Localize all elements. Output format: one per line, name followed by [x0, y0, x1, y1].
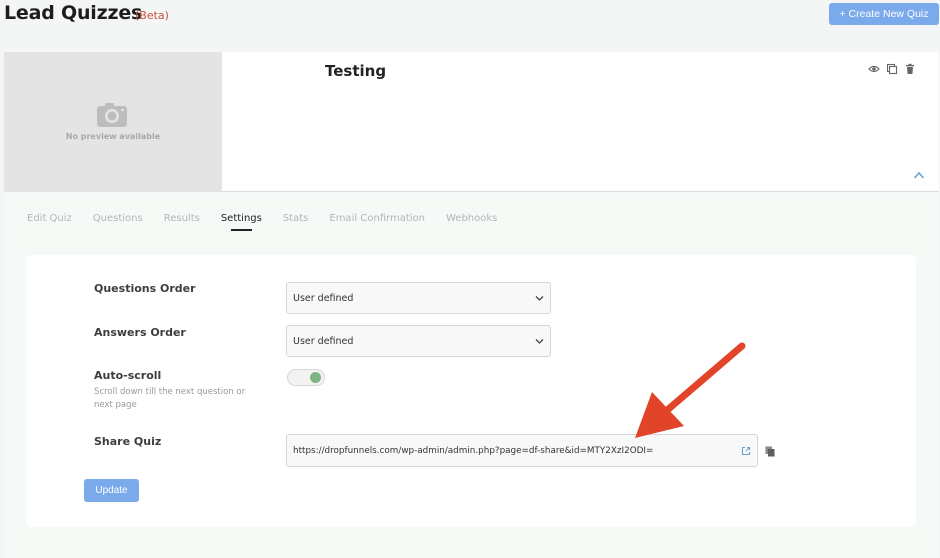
annotation-arrow — [635, 342, 746, 438]
trash-icon[interactable] — [904, 63, 916, 75]
page-header: Lead Quizzes (Beta) + Create New Quiz — [0, 0, 940, 40]
chevron-down-icon — [535, 296, 544, 301]
quiz-tabs-area: Edit Quiz Questions Results Settings Sta… — [4, 193, 939, 558]
update-button[interactable]: Update — [84, 479, 139, 502]
quiz-tabs: Edit Quiz Questions Results Settings Sta… — [27, 213, 518, 231]
share-url-text: https://dropfunnels.com/wp-admin/admin.p… — [293, 445, 654, 456]
tab-stats[interactable]: Stats — [283, 213, 309, 231]
chevron-down-icon — [535, 339, 544, 344]
share-external-icon[interactable] — [741, 446, 751, 456]
tab-questions[interactable]: Questions — [93, 213, 143, 231]
answers-order-label: Answers Order — [94, 326, 186, 339]
auto-scroll-label: Auto-scroll — [94, 369, 162, 382]
tab-results[interactable]: Results — [164, 213, 200, 231]
answers-order-select[interactable]: User defined — [286, 325, 551, 357]
quiz-title: Testing — [325, 62, 387, 80]
tab-email-confirmation[interactable]: Email Confirmation — [329, 213, 425, 231]
chevron-up-icon[interactable] — [913, 170, 925, 180]
card-actions — [868, 63, 916, 75]
share-quiz-label: Share Quiz — [94, 435, 162, 448]
create-new-quiz-button[interactable]: + Create New Quiz — [829, 3, 939, 25]
no-preview-text: No preview available — [65, 132, 161, 141]
auto-scroll-help: Scroll down till the next question or ne… — [94, 387, 246, 410]
beta-badge: (Beta) — [135, 9, 169, 22]
tab-webhooks[interactable]: Webhooks — [446, 213, 497, 231]
eye-icon[interactable] — [868, 63, 880, 75]
clipboard-icon[interactable] — [765, 446, 775, 457]
camera-icon — [97, 103, 127, 127]
auto-scroll-toggle[interactable] — [287, 369, 325, 386]
tab-settings[interactable]: Settings — [221, 213, 262, 231]
settings-panel: Questions Order User defined Answers Ord… — [26, 255, 916, 527]
page-title: Lead Quizzes — [4, 2, 143, 24]
questions-order-label: Questions Order — [94, 282, 196, 295]
answers-order-value: User defined — [293, 335, 354, 347]
quiz-preview: No preview available — [4, 52, 222, 192]
quiz-card: No preview available Testing — [4, 52, 939, 192]
questions-order-value: User defined — [293, 292, 354, 304]
copy-icon[interactable] — [886, 63, 898, 75]
toggle-knob — [310, 372, 321, 383]
tab-edit-quiz[interactable]: Edit Quiz — [27, 213, 72, 231]
questions-order-select[interactable]: User defined — [286, 282, 551, 314]
